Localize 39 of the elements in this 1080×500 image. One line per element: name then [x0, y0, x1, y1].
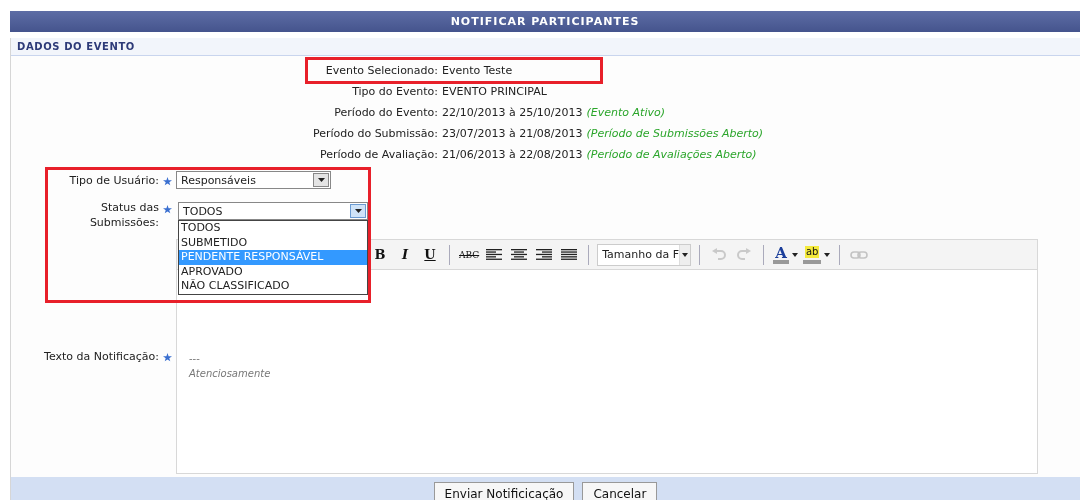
caret-icon	[682, 252, 689, 257]
field-value: 22/10/2013 à 25/10/2013	[442, 106, 583, 119]
status-text: (Evento Ativo)	[586, 106, 665, 119]
field-label: Tipo do Evento:	[351, 85, 438, 98]
field-label: Evento Selecionado:	[324, 64, 438, 77]
field-label: Período do Submissão:	[311, 127, 438, 140]
field-label: Tipo de Usuário:	[69, 173, 159, 187]
cancel-button[interactable]: Cancelar	[582, 482, 658, 500]
user-type-select[interactable]: Responsáveis	[176, 171, 331, 189]
status-text: (Período de Avaliações Aberto)	[586, 148, 757, 161]
underline-button[interactable]: U	[419, 243, 441, 266]
field-label: Período do Evento:	[333, 106, 438, 119]
status-text: (Período de Submissões Aberto)	[586, 127, 764, 140]
font-color-button[interactable]: A	[772, 243, 800, 266]
panel-title: NOTIFICAR PARTICIPANTES	[10, 11, 1080, 32]
field-label: Texto da Notificação:	[44, 350, 159, 363]
caret-icon	[824, 252, 831, 257]
field-value: EVENTO PRINCIPAL	[442, 85, 547, 98]
caret-icon	[792, 252, 799, 257]
bold-button[interactable]: B	[369, 243, 391, 266]
field-value: 23/07/2013 à 21/08/2013	[442, 127, 583, 140]
font-size-select[interactable]: Tamanho da F	[597, 243, 692, 266]
highlight-color-button[interactable]: ab	[802, 243, 832, 266]
field-label: Status das Submissões:	[88, 200, 159, 230]
caret-icon	[317, 178, 325, 182]
strikethrough-button[interactable]: ABC	[458, 243, 481, 266]
send-button[interactable]: Enviar Notificicação	[433, 482, 575, 500]
field-value: 21/06/2013 à 22/08/2013	[442, 148, 583, 161]
dropdown-option[interactable]: APROVADO	[179, 264, 367, 280]
field-label: Período de Avaliação:	[319, 148, 438, 161]
dropdown-option[interactable]: NÃO CLASSIFICADO	[179, 279, 367, 294]
italic-button[interactable]: I	[394, 243, 416, 266]
section-header: DADOS DO EVENTO	[11, 38, 1080, 56]
dropdown-option[interactable]: TODOS	[179, 221, 367, 236]
caret-icon	[354, 209, 362, 213]
field-value: Evento Teste	[442, 64, 513, 77]
editor-text: Atenciosamente	[189, 367, 271, 381]
editor-text: ---	[189, 352, 200, 366]
submission-status-select[interactable]: TODOS	[178, 202, 368, 220]
